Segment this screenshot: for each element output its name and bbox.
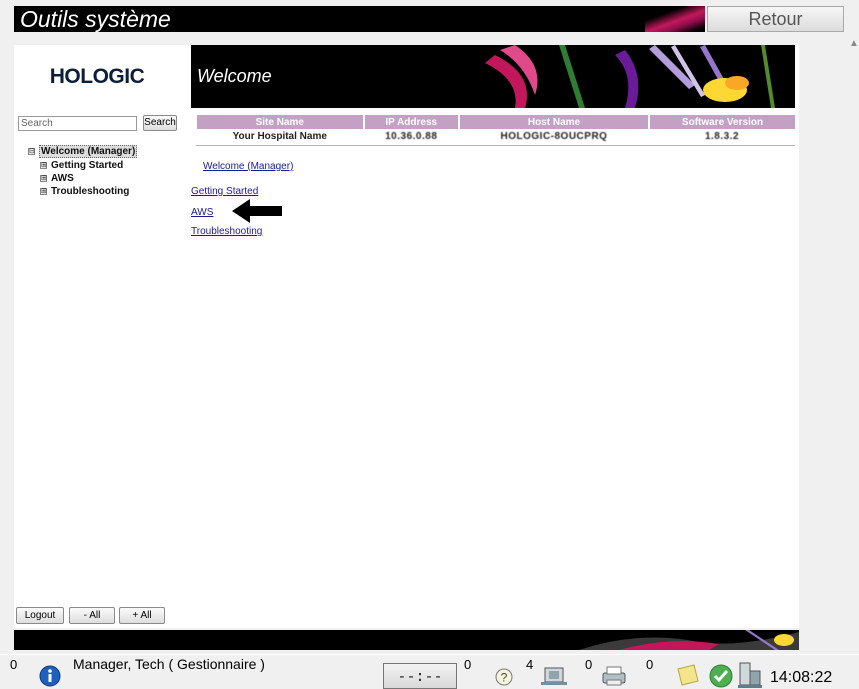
system-icon[interactable] xyxy=(736,661,764,689)
header-site-name: Site Name xyxy=(195,115,364,129)
link-aws[interactable]: AWS xyxy=(191,207,213,218)
checkmark-icon[interactable] xyxy=(708,663,734,689)
main-content: Welcome Site Name IP Address Host Name S… xyxy=(180,45,799,628)
left-count: 0 xyxy=(10,657,18,672)
expand-icon[interactable]: ⊞ xyxy=(40,162,47,169)
title-banner: Outils système xyxy=(14,6,705,32)
tree-label: AWS xyxy=(51,173,74,184)
timer-display[interactable]: --:-- xyxy=(383,663,457,689)
cell-site-name: Your Hospital Name xyxy=(196,129,364,146)
flower-image xyxy=(485,45,775,108)
hologic-logo: HOLOGIC xyxy=(49,65,145,88)
tree-label: Getting Started xyxy=(51,160,124,171)
window-title: Outils système xyxy=(20,6,171,32)
media-icon[interactable] xyxy=(540,665,568,687)
tree-item-aws[interactable]: ⊞ AWS xyxy=(40,173,74,185)
sidebar: HOLOGIC Search Search ⊟ Welcome (Manager)… xyxy=(14,45,180,628)
site-info-table: Site Name IP Address Host Name Software … xyxy=(195,115,795,146)
tree-item-troubleshooting[interactable]: ⊞ Troubleshooting xyxy=(40,186,129,198)
cell-ip-address: 10.36.0.88 xyxy=(363,129,459,146)
welcome-banner: Welcome xyxy=(191,45,795,108)
svg-text:?: ? xyxy=(501,671,508,685)
info-icon[interactable] xyxy=(39,665,61,687)
tree-label: Troubleshooting xyxy=(51,186,130,197)
link-welcome[interactable]: Welcome (Manager) xyxy=(203,161,293,172)
back-button[interactable]: Retour xyxy=(707,6,844,32)
collapse-all-button[interactable]: - All xyxy=(69,607,115,624)
tree-item-welcome[interactable]: ⊟ Welcome (Manager) xyxy=(28,145,138,158)
printer-icon[interactable] xyxy=(600,665,628,687)
count-3: 0 xyxy=(585,657,593,672)
header-software-version: Software Version xyxy=(648,115,795,129)
logout-button[interactable]: Logout xyxy=(16,607,64,624)
link-troubleshooting[interactable]: Troubleshooting xyxy=(191,226,262,237)
arrow-left-icon xyxy=(232,199,282,223)
table-row: Your Hospital Name 10.36.0.88 HOLOGIC-8O… xyxy=(196,129,795,146)
expand-icon[interactable]: ⊞ xyxy=(40,188,47,195)
banner-title: Welcome xyxy=(197,66,272,86)
title-bar: Outils système Retour ▲ xyxy=(0,0,859,49)
cell-host-name: HOLOGIC-8OUCPRQ xyxy=(458,129,649,146)
header-ip-address: IP Address xyxy=(362,115,459,129)
count-2: 4 xyxy=(526,657,534,672)
search-button[interactable]: Search xyxy=(143,115,177,131)
count-4: 0 xyxy=(646,657,654,672)
footer-decoration xyxy=(579,630,799,650)
scroll-up-arrow-icon[interactable]: ▲ xyxy=(849,38,859,49)
footer-strip xyxy=(14,630,799,650)
taskbar: 0 Manager, Tech ( Gestionnaire ) --:-- 0… xyxy=(0,654,859,689)
question-icon[interactable]: ? xyxy=(494,667,514,687)
collapse-icon[interactable]: ⊟ xyxy=(28,148,35,155)
cell-software-version: 1.8.3.2 xyxy=(649,129,795,146)
user-name: Manager, Tech ( Gestionnaire ) xyxy=(73,656,265,672)
link-getting-started[interactable]: Getting Started xyxy=(191,186,258,197)
tree-label: Welcome (Manager) xyxy=(39,145,138,158)
header-host-name: Host Name xyxy=(457,115,649,129)
note-icon[interactable] xyxy=(675,663,701,687)
tree-item-getting-started[interactable]: ⊞ Getting Started xyxy=(40,160,123,172)
count-1: 0 xyxy=(464,657,472,672)
expand-icon[interactable]: ⊞ xyxy=(40,175,47,182)
expand-all-button[interactable]: + All xyxy=(119,607,165,624)
search-input[interactable]: Search xyxy=(18,116,137,131)
title-decoration xyxy=(645,6,705,32)
clock: 14:08:22 xyxy=(770,669,833,686)
